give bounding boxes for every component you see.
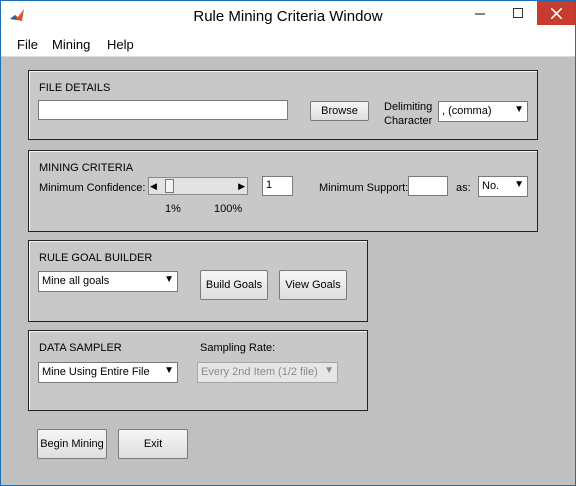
delimiter-select[interactable]: , (comma) ▼	[438, 101, 528, 122]
slider-left-arrow-icon[interactable]: ◀	[150, 181, 157, 192]
chevron-down-icon: ▼	[324, 365, 334, 376]
file-path-input[interactable]	[38, 100, 288, 120]
chevron-down-icon: ▼	[514, 104, 524, 115]
sampling-rate-select[interactable]: Every 2nd Item (1/2 file) ▼	[197, 362, 338, 383]
browse-button[interactable]: Browse	[310, 101, 369, 121]
exit-button[interactable]: Exit	[118, 429, 188, 459]
as-label: as:	[456, 182, 471, 194]
data-sampler-panel: DATA SAMPLER Sampling Rate: Mine Using E…	[28, 330, 368, 411]
delimiting-label: Delimiting	[384, 101, 433, 113]
sampling-rate-label: Sampling Rate:	[200, 342, 276, 354]
file-details-heading: FILE DETAILS	[39, 82, 111, 94]
goal-select-value: Mine all goals	[42, 275, 110, 287]
menu-file[interactable]: File	[17, 37, 38, 52]
figure-area: FILE DETAILS Browse Delimiting Character…	[1, 57, 575, 485]
menu-help[interactable]: Help	[107, 37, 134, 52]
chevron-down-icon: ▼	[514, 179, 524, 190]
sampler-select[interactable]: Mine Using Entire File ▼	[38, 362, 178, 383]
sampler-select-value: Mine Using Entire File	[42, 366, 150, 378]
confidence-slider[interactable]: ◀ ▶	[148, 177, 248, 195]
close-button[interactable]	[537, 1, 575, 25]
maximize-button[interactable]	[499, 1, 537, 25]
slider-thumb[interactable]	[165, 179, 174, 193]
min-confidence-label: Minimum Confidence:	[39, 182, 146, 194]
view-goals-button[interactable]: View Goals	[279, 270, 347, 300]
rule-goal-builder-heading: RULE GOAL BUILDER	[39, 252, 153, 264]
slider-right-arrow-icon[interactable]: ▶	[238, 181, 245, 192]
minimize-button[interactable]	[461, 1, 499, 25]
menu-mining[interactable]: Mining	[52, 37, 90, 52]
chevron-down-icon: ▼	[164, 274, 174, 285]
file-details-panel: FILE DETAILS Browse Delimiting Character…	[28, 70, 538, 140]
data-sampler-heading: DATA SAMPLER	[39, 342, 122, 354]
delimiter-value: , (comma)	[442, 105, 492, 117]
confidence-min-label: 1%	[165, 203, 181, 215]
confidence-value-input[interactable]: 1	[262, 176, 293, 196]
mining-criteria-heading: MINING CRITERIA	[39, 162, 134, 174]
character-label: Character	[384, 115, 433, 127]
close-icon	[550, 7, 562, 19]
goal-select[interactable]: Mine all goals ▼	[38, 271, 178, 292]
mining-criteria-panel: MINING CRITERIA Minimum Confidence: ◀ ▶ …	[28, 150, 538, 232]
app-window: Rule Mining Criteria Window File Mining …	[0, 0, 576, 486]
rule-goal-builder-panel: RULE GOAL BUILDER Mine all goals ▼ Build…	[28, 240, 368, 322]
support-unit-value: No.	[482, 180, 500, 192]
support-unit-select[interactable]: No. ▼	[478, 176, 528, 197]
confidence-max-label: 100%	[214, 203, 243, 215]
build-goals-button[interactable]: Build Goals	[200, 270, 268, 300]
menu-bar: File Mining Help ↘	[1, 32, 575, 80]
min-support-label: Minimum Support:	[319, 182, 409, 194]
sampling-rate-value: Every 2nd Item (1/2 file)	[201, 366, 318, 378]
chevron-down-icon: ▼	[164, 365, 174, 376]
title-bar: Rule Mining Criteria Window	[1, 1, 575, 32]
begin-mining-button[interactable]: Begin Mining	[37, 429, 107, 459]
support-value-input[interactable]	[408, 176, 448, 196]
